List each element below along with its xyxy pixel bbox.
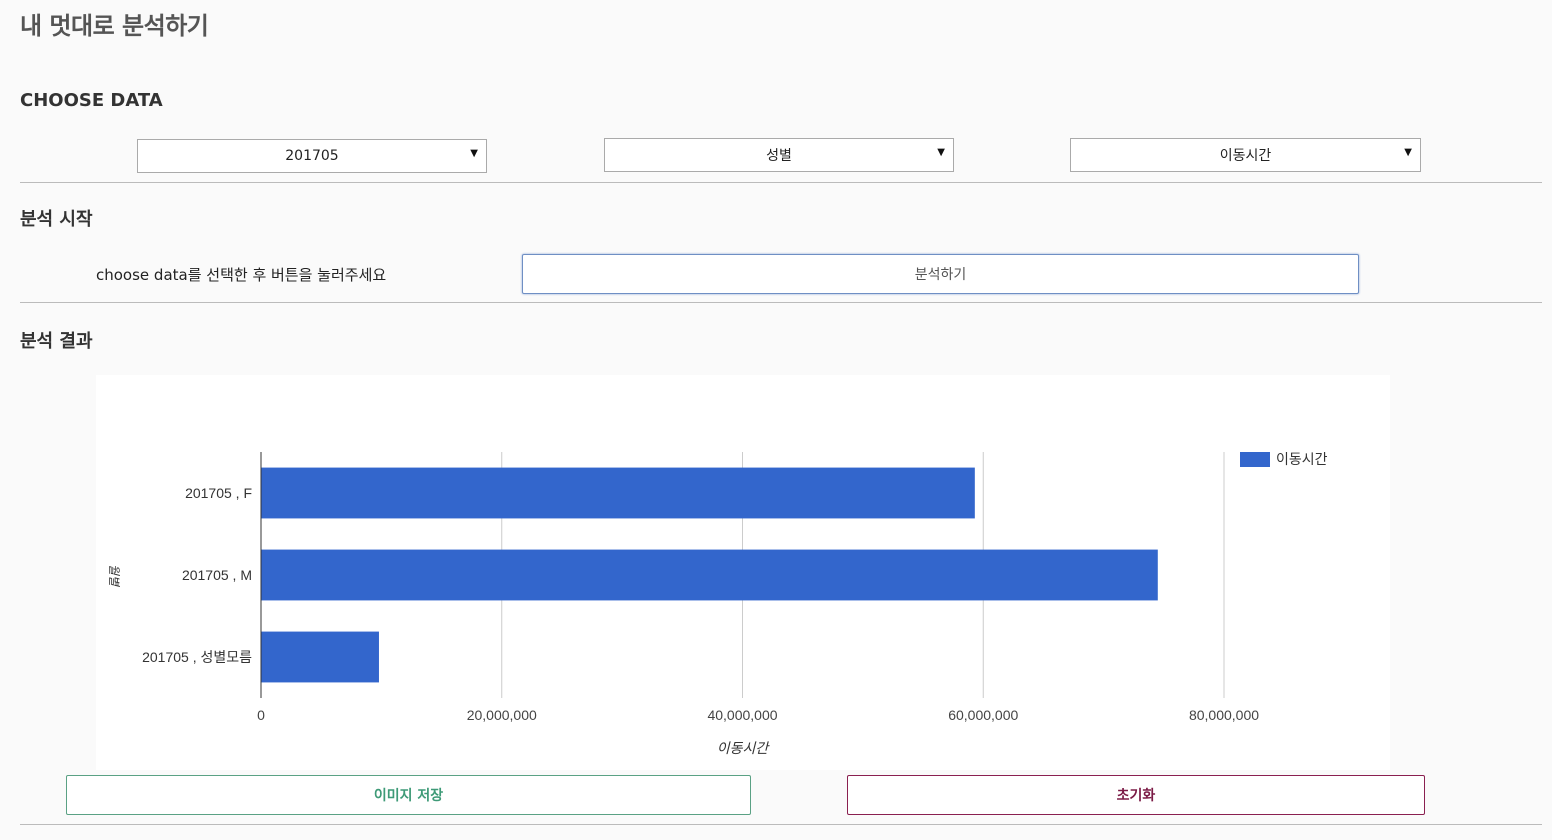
bar-chart: 0 20,000,000 40,000,000 60,000,000 80,000,00… [107,451,1328,756]
divider [20,302,1542,303]
bar [261,549,1158,601]
bar [261,467,975,519]
result-title: 분석 결과 [20,331,93,352]
bar [261,631,379,683]
month-select[interactable]: 201705 ▼ [137,139,487,173]
metric-select-value: 이동시간 [1219,148,1272,164]
chevron-down-icon: ▼ [1404,147,1412,158]
y-tick-label: 201705 , M [182,567,252,583]
chart-container: 0 20,000,000 40,000,000 60,000,000 80,000,00… [96,375,1390,770]
category-select[interactable]: 성별 ▼ [604,138,954,172]
y-axis-title: 월별 [107,564,121,587]
month-select-value: 201705 [285,148,339,164]
analyze-button[interactable]: 분석하기 [522,254,1359,294]
legend-swatch [1240,452,1270,467]
x-tick-label: 40,000,000 [707,707,777,723]
legend-label: 이동시간 [1276,451,1328,467]
chevron-down-icon: ▼ [470,148,478,159]
chevron-down-icon: ▼ [937,147,945,158]
y-tick-label: 201705 , 성별모름 [142,649,252,665]
divider [20,182,1542,183]
divider [20,824,1542,825]
x-tick-label: 20,000,000 [467,707,537,723]
x-tick-label: 60,000,000 [948,707,1018,723]
start-hint: choose data를 선택한 후 버튼을 눌러주세요 [96,266,387,284]
choose-data-title: CHOOSE DATA [20,90,163,111]
page-title: 내 멋대로 분석하기 [20,12,209,40]
start-title: 분석 시작 [20,209,93,230]
x-tick-label: 80,000,000 [1189,707,1259,723]
category-select-value: 성별 [766,148,792,164]
metric-select[interactable]: 이동시간 ▼ [1070,138,1421,172]
x-tick-label: 0 [257,707,265,723]
save-image-button[interactable]: 이미지 저장 [66,775,751,815]
x-axis-title: 이동시간 [717,740,771,756]
reset-button[interactable]: 초기화 [847,775,1425,815]
y-tick-label: 201705 , F [185,485,252,501]
